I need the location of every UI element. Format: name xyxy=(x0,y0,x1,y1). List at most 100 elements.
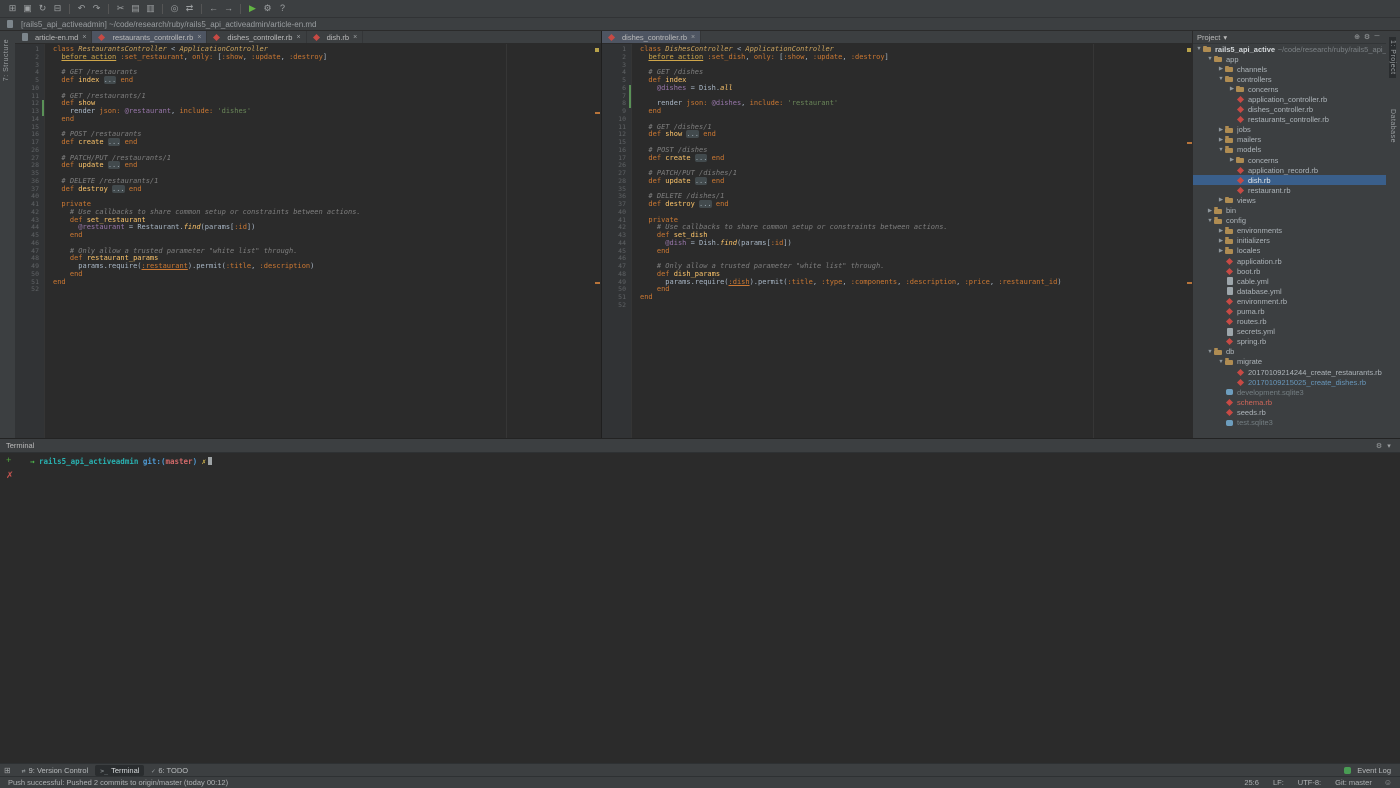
code-line[interactable]: 9 end xyxy=(602,107,1193,116)
locate-icon[interactable]: ⊕ xyxy=(1352,33,1362,41)
tree-item-models[interactable]: ▼ models xyxy=(1193,145,1386,155)
code-line[interactable]: 13 render json: @restaurant, include: 'd… xyxy=(15,107,601,116)
paste-icon[interactable]: ▥ xyxy=(143,2,158,15)
tab-article-en.md[interactable]: article-en.md × xyxy=(15,31,93,43)
tree-item-secrets.yml[interactable]: secrets.yml xyxy=(1193,327,1386,337)
code-line[interactable]: 6 @dishes = Dish.all xyxy=(602,84,1193,93)
chevron-expanded-icon[interactable]: ▼ xyxy=(1217,359,1225,365)
chevron-expanded-icon[interactable]: ▼ xyxy=(1195,46,1203,52)
status-encoding[interactable]: UTF-8: xyxy=(1298,778,1321,787)
tree-item-20170109214244_create_restaurants.rb[interactable]: 20170109214244_create_restaurants.rb xyxy=(1193,367,1386,377)
terminal-body[interactable]: + ✗ → rails5_api_activeadmin git:(master… xyxy=(0,453,1400,765)
chevron-collapsed-icon[interactable]: ▶ xyxy=(1217,197,1225,203)
tab-dishes_controller.rb[interactable]: dishes_controller.rb × xyxy=(602,31,702,43)
code-line[interactable]: 37 def destroy ... end xyxy=(15,184,601,194)
tree-item-config[interactable]: ▼ config xyxy=(1193,216,1386,226)
tab-restaurants_controller.rb[interactable]: restaurants_controller.rb × xyxy=(92,31,208,43)
tool-button-9-version-control[interactable]: ⇄ 9: Version Control xyxy=(17,765,94,776)
close-tab-icon[interactable]: × xyxy=(296,34,300,41)
inspections-hector-icon[interactable]: ☺ xyxy=(1384,778,1392,787)
close-tab-icon[interactable]: × xyxy=(82,34,86,41)
code-line[interactable]: 8 render json: @dishes, include: 'restau… xyxy=(602,99,1193,108)
hide-windows-icon[interactable]: ⊟ xyxy=(50,2,65,15)
tree-item-jobs[interactable]: ▶ jobs xyxy=(1193,125,1386,135)
tool-button-database[interactable]: Database xyxy=(1389,109,1396,143)
tree-item-cable.yml[interactable]: cable.yml xyxy=(1193,276,1386,286)
terminal-header[interactable]: Terminal ⚙ ▾ xyxy=(0,439,1400,453)
code-line[interactable]: 49 params.require(:dish).permit(:title, … xyxy=(602,278,1193,287)
tree-item-application.rb[interactable]: application.rb xyxy=(1193,256,1386,266)
hide-icon[interactable]: ▾ xyxy=(1384,442,1394,450)
tree-item-development.sqlite3[interactable]: development.sqlite3 xyxy=(1193,387,1386,397)
chevron-expanded-icon[interactable]: ▼ xyxy=(1206,349,1214,355)
tree-item-environments[interactable]: ▶ environments xyxy=(1193,226,1386,236)
code-line[interactable]: 28 def update ... end xyxy=(15,161,601,170)
error-stripe[interactable] xyxy=(594,44,601,438)
tool-window-switcher-icon[interactable]: ⊞ xyxy=(4,766,11,775)
chevron-collapsed-icon[interactable]: ▶ xyxy=(1217,238,1225,244)
tree-item-seeds.rb[interactable]: seeds.rb xyxy=(1193,407,1386,417)
tree-item-application_controller.rb[interactable]: application_controller.rb xyxy=(1193,94,1386,104)
error-stripe-mark[interactable] xyxy=(595,282,600,284)
tree-item-views[interactable]: ▶ views xyxy=(1193,195,1386,205)
chevron-collapsed-icon[interactable]: ▶ xyxy=(1228,157,1236,163)
status-caret-position[interactable]: 25:6 xyxy=(1244,778,1259,787)
code-line[interactable]: 40 xyxy=(15,192,601,201)
chevron-collapsed-icon[interactable]: ▶ xyxy=(1217,248,1225,254)
run-icon[interactable]: ▶ xyxy=(245,2,260,15)
code-line[interactable]: 40 xyxy=(602,208,1193,217)
tree-item-db[interactable]: ▼ db xyxy=(1193,347,1386,357)
tree-item-spring.rb[interactable]: spring.rb xyxy=(1193,337,1386,347)
tree-item-bin[interactable]: ▶ bin xyxy=(1193,206,1386,216)
tree-item-schema.rb[interactable]: schema.rb xyxy=(1193,397,1386,407)
tree-item-20170109215025_create_dishes.rb[interactable]: 20170109215025_create_dishes.rb xyxy=(1193,377,1386,387)
tool-button-structure[interactable]: 7: Structure xyxy=(3,39,10,81)
tree-item-restaurants_controller.rb[interactable]: restaurants_controller.rb xyxy=(1193,115,1386,125)
code-line[interactable]: 17 def create ... end xyxy=(602,153,1193,163)
tool-button-6-todo[interactable]: ✓ 6: TODO xyxy=(146,765,193,776)
tree-item-dish.rb[interactable]: dish.rb xyxy=(1193,175,1386,186)
code-line[interactable]: 49 params.require(:restaurant).permit(:t… xyxy=(15,262,601,271)
tree-item-restaurant.rb[interactable]: restaurant.rb xyxy=(1193,185,1386,195)
settings-icon[interactable]: ⚙ xyxy=(1374,442,1384,450)
tree-item-boot.rb[interactable]: boot.rb xyxy=(1193,266,1386,276)
status-vcs-branch[interactable]: Git: master xyxy=(1335,778,1372,787)
chevron-expanded-icon[interactable]: ▼ xyxy=(1206,218,1214,224)
error-stripe-mark[interactable] xyxy=(595,112,600,114)
chevron-expanded-icon[interactable]: ▼ xyxy=(1206,56,1214,62)
settings-icon[interactable]: ⚙ xyxy=(1362,33,1372,41)
cut-icon[interactable]: ✂ xyxy=(113,2,128,15)
code-line[interactable]: 44 @dish = Dish.find(params[:id]) xyxy=(602,239,1193,248)
project-header-title[interactable]: Project xyxy=(1197,33,1220,42)
chevron-collapsed-icon[interactable]: ▶ xyxy=(1217,228,1225,234)
code-line[interactable]: 44 @restaurant = Restaurant.find(params[… xyxy=(15,223,601,232)
tree-item-locales[interactable]: ▶ locales xyxy=(1193,246,1386,256)
code-line[interactable]: 2 before_action :set_dish, only: [:show,… xyxy=(602,53,1193,62)
hide-icon[interactable]: ─ xyxy=(1372,33,1382,41)
tree-item-migrate[interactable]: ▼ migrate xyxy=(1193,357,1386,367)
synchronize-icon[interactable]: ↻ xyxy=(35,2,50,15)
code-line[interactable]: 51 end xyxy=(602,293,1193,302)
code-line[interactable]: 45 end xyxy=(602,247,1193,256)
tree-item-controllers[interactable]: ▼ controllers xyxy=(1193,74,1386,84)
replace-icon[interactable]: ⇄ xyxy=(182,2,197,15)
code-line[interactable]: 52 xyxy=(15,285,601,294)
tree-item-concerns[interactable]: ▶ concerns xyxy=(1193,84,1386,94)
close-tab-icon[interactable]: × xyxy=(197,34,201,41)
code-line[interactable]: 12 def show ... end xyxy=(602,130,1193,139)
chevron-collapsed-icon[interactable]: ▶ xyxy=(1217,127,1225,133)
code-line[interactable]: 50 end xyxy=(15,270,601,279)
code-line[interactable]: 17 def create ... end xyxy=(15,138,601,147)
chevron-expanded-icon[interactable]: ▼ xyxy=(1217,76,1225,82)
chevron-collapsed-icon[interactable]: ▶ xyxy=(1228,86,1236,92)
settings-icon[interactable]: ⚙ xyxy=(260,2,275,15)
tree-item-app[interactable]: ▼ app xyxy=(1193,54,1386,64)
tree-item-mailers[interactable]: ▶ mailers xyxy=(1193,135,1386,145)
tree-item-initializers[interactable]: ▶ initializers xyxy=(1193,236,1386,246)
code-line[interactable]: 28 def update ... end xyxy=(602,176,1193,186)
tree-item-puma.rb[interactable]: puma.rb xyxy=(1193,306,1386,316)
tool-button-terminal[interactable]: >_ Terminal xyxy=(95,765,145,776)
tree-item-application_record.rb[interactable]: application_record.rb xyxy=(1193,165,1386,175)
chevron-collapsed-icon[interactable]: ▶ xyxy=(1217,137,1225,143)
back-icon[interactable]: ← xyxy=(206,2,221,15)
